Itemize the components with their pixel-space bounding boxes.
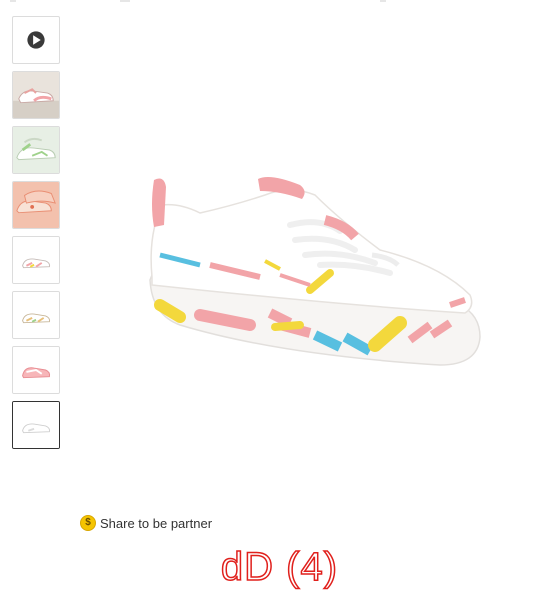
- shoe-thumbnail-image: [13, 127, 59, 173]
- coin-icon: $: [80, 515, 96, 531]
- share-label: Share to be partner: [100, 515, 213, 531]
- shoe-thumbnail-image: [13, 347, 59, 393]
- thumbnail-video[interactable]: [12, 16, 60, 64]
- thumbnail-image-2[interactable]: [12, 126, 60, 174]
- shoe-thumbnail-image: [13, 237, 59, 283]
- play-icon: [27, 31, 45, 49]
- header-divider: [0, 0, 559, 3]
- shoe-thumbnail-image: [13, 402, 59, 448]
- main-product-image: [140, 165, 490, 375]
- watermark-text: dD (4): [220, 544, 339, 590]
- thumbnail-image-6[interactable]: [12, 346, 60, 394]
- thumbnail-image-5[interactable]: [12, 291, 60, 339]
- sneaker-image: [149, 177, 481, 366]
- thumbnail-image-7[interactable]: [12, 401, 60, 449]
- shoe-thumbnail-image: [13, 182, 59, 228]
- shoe-thumbnail-image: [13, 292, 59, 338]
- thumbnail-image-1[interactable]: [12, 71, 60, 119]
- thumbnail-image-3[interactable]: [12, 181, 60, 229]
- thumbnail-image-4[interactable]: [12, 236, 60, 284]
- shoe-thumbnail-image: [13, 72, 59, 118]
- share-to-be-partner-link[interactable]: $ Share to be partner: [80, 515, 212, 531]
